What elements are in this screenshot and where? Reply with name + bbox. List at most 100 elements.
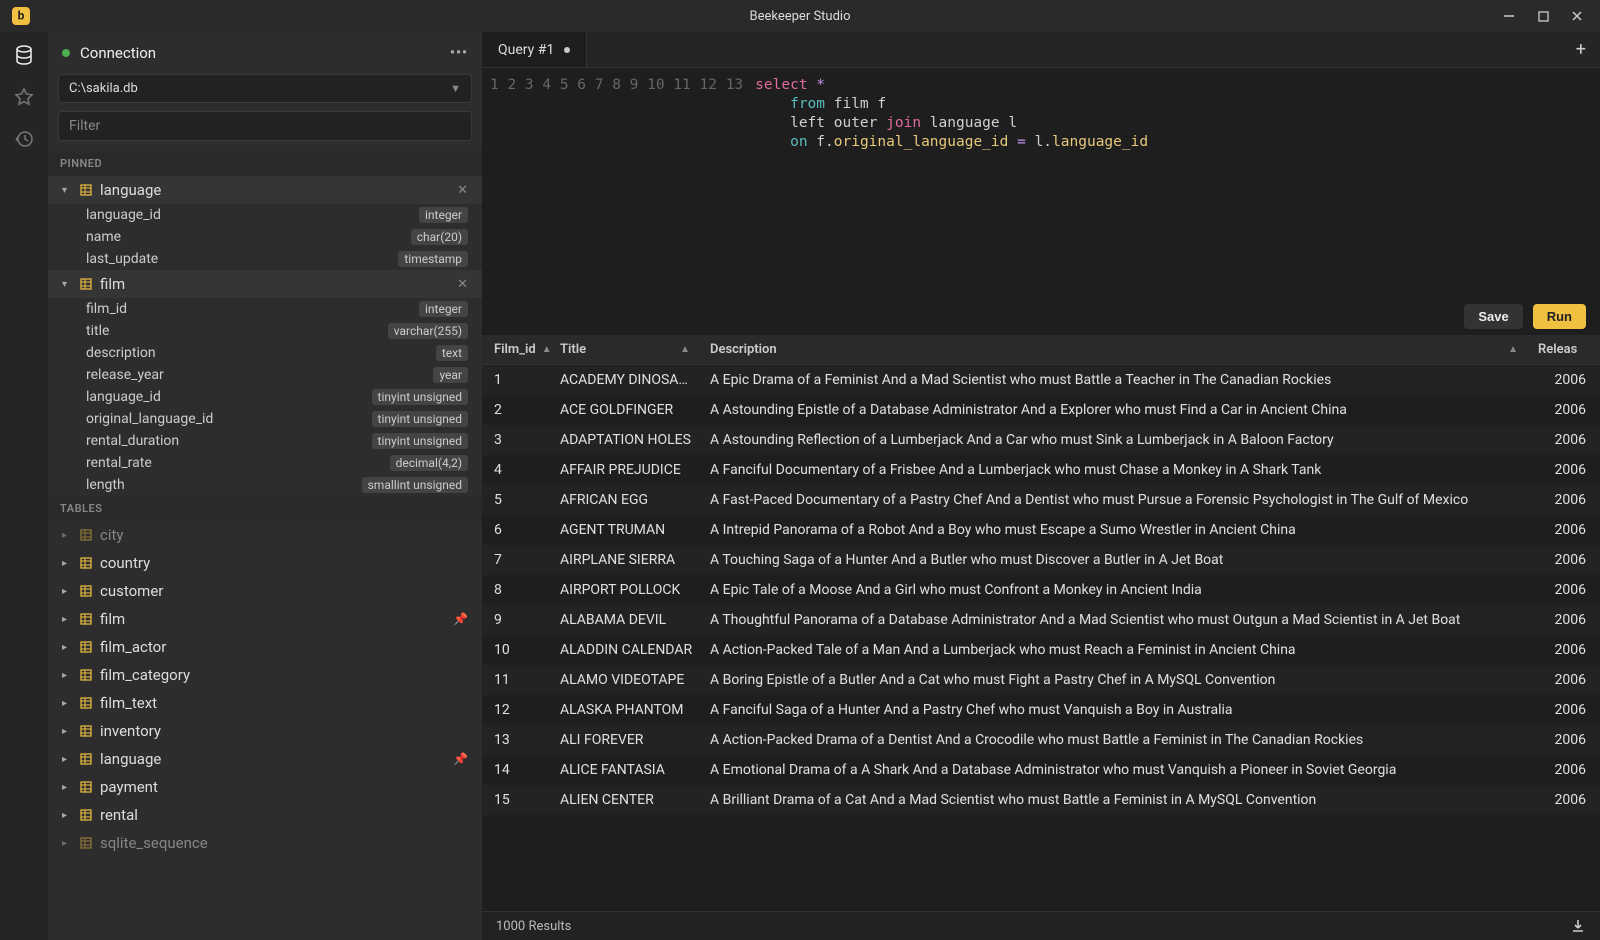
column-row[interactable]: rental_duration tinyint unsigned <box>48 430 482 452</box>
run-button[interactable]: Run <box>1533 304 1586 329</box>
cell-description: A Epic Drama of a Feminist And a Mad Sci… <box>702 365 1530 395</box>
table-item[interactable]: ▸ language📌 <box>48 745 482 773</box>
table-icon <box>80 725 92 737</box>
minimize-icon[interactable] <box>1502 9 1516 23</box>
column-row[interactable]: language_id integer <box>48 204 482 226</box>
column-header-film-id[interactable]: Film_id ▲ <box>482 335 552 364</box>
cell-title: ALIEN CENTER <box>552 785 702 815</box>
table-row[interactable]: 15 ALIEN CENTER A Brilliant Drama of a C… <box>482 785 1600 815</box>
table-icon <box>80 809 92 821</box>
cell-description: A Astounding Epistle of a Database Admin… <box>702 395 1530 425</box>
table-item[interactable]: ▸ sqlite_sequence <box>48 829 482 857</box>
table-row[interactable]: 12 ALASKA PHANTOM A Fanciful Saga of a H… <box>482 695 1600 725</box>
column-name: last_update <box>86 251 398 267</box>
table-item[interactable]: ▸ payment <box>48 773 482 801</box>
editor-code[interactable]: select * from film f left outer join lan… <box>755 76 1148 290</box>
pin-icon[interactable]: 📌 <box>453 612 468 626</box>
column-name: film_id <box>86 301 419 317</box>
table-item[interactable]: ▸ customer <box>48 577 482 605</box>
more-icon[interactable]: ••• <box>450 45 468 61</box>
column-row[interactable]: last_update timestamp <box>48 248 482 270</box>
app-title: Beekeeper Studio <box>749 9 850 24</box>
table-row[interactable]: 13 ALI FOREVER A Action-Packed Drama of … <box>482 725 1600 755</box>
column-row[interactable]: length smallint unsigned <box>48 474 482 496</box>
cell-id: 2 <box>482 395 552 425</box>
table-name: payment <box>100 778 158 796</box>
column-type-badge: decimal(4,2) <box>390 455 468 471</box>
tab-label: Query #1 <box>498 42 554 58</box>
close-icon[interactable] <box>1570 9 1584 23</box>
table-row[interactable]: 7 AIRPLANE SIERRA A Touching Saga of a H… <box>482 545 1600 575</box>
column-row[interactable]: title varchar(255) <box>48 320 482 342</box>
column-type-badge: timestamp <box>398 251 468 267</box>
table-item[interactable]: ▸ country <box>48 549 482 577</box>
table-row[interactable]: 2 ACE GOLDFINGER A Astounding Epistle of… <box>482 395 1600 425</box>
star-icon[interactable] <box>13 86 35 108</box>
database-icon[interactable] <box>13 44 35 66</box>
unpin-icon[interactable]: ✕ <box>457 183 468 198</box>
table-item[interactable]: ▸ film📌 <box>48 605 482 633</box>
table-item[interactable]: ▸ city <box>48 521 482 549</box>
tab-query-1[interactable]: Query #1 <box>482 32 587 67</box>
filter-input[interactable]: Filter <box>58 111 472 141</box>
cell-id: 3 <box>482 425 552 455</box>
table-item[interactable]: ▸ rental <box>48 801 482 829</box>
table-item[interactable]: ▸ film_text <box>48 689 482 717</box>
table-row[interactable]: 1 ACADEMY DINOSAUR A Epic Drama of a Fem… <box>482 365 1600 395</box>
table-row[interactable]: 6 AGENT TRUMAN A Intrepid Panorama of a … <box>482 515 1600 545</box>
pinned-table-item[interactable]: ▾ language ✕ <box>48 176 482 204</box>
titlebar: Beekeeper Studio <box>0 0 1600 32</box>
column-row[interactable]: release_year year <box>48 364 482 386</box>
table-item[interactable]: ▸ film_category <box>48 661 482 689</box>
chevron-right-icon: ▸ <box>62 698 76 709</box>
cell-title: AFRICAN EGG <box>552 485 702 515</box>
results-body[interactable]: 1 ACADEMY DINOSAUR A Epic Drama of a Fem… <box>482 365 1600 911</box>
table-name: film_category <box>100 666 190 684</box>
column-type-badge: tinyint unsigned <box>372 411 468 427</box>
table-row[interactable]: 5 AFRICAN EGG A Fast-Paced Documentary o… <box>482 485 1600 515</box>
cell-id: 14 <box>482 755 552 785</box>
cell-id: 4 <box>482 455 552 485</box>
column-header-title[interactable]: Title ▲ <box>552 335 702 364</box>
history-icon[interactable] <box>13 128 35 150</box>
table-row[interactable]: 9 ALABAMA DEVIL A Thoughtful Panorama of… <box>482 605 1600 635</box>
table-row[interactable]: 4 AFFAIR PREJUDICE A Fanciful Documentar… <box>482 455 1600 485</box>
table-item[interactable]: ▸ inventory <box>48 717 482 745</box>
column-header-release-year[interactable]: Releas <box>1530 335 1600 364</box>
connection-label: Connection <box>80 44 450 62</box>
table-name: film_text <box>100 694 157 712</box>
column-type-badge: tinyint unsigned <box>372 389 468 405</box>
table-icon <box>80 585 92 597</box>
database-select[interactable]: C:\sakila.db ▼ <box>58 74 472 103</box>
sql-editor[interactable]: 1 2 3 4 5 6 7 8 9 10 11 12 13 select * f… <box>482 68 1600 298</box>
table-row[interactable]: 8 AIRPORT POLLOCK A Epic Tale of a Moose… <box>482 575 1600 605</box>
sort-icon: ▲ <box>542 344 552 355</box>
column-row[interactable]: description text <box>48 342 482 364</box>
column-row[interactable]: rental_rate decimal(4,2) <box>48 452 482 474</box>
cell-description: A Emotional Drama of a A Shark And a Dat… <box>702 755 1530 785</box>
column-name: rental_duration <box>86 433 372 449</box>
pinned-table-item[interactable]: ▾ film ✕ <box>48 270 482 298</box>
column-name: original_language_id <box>86 411 372 427</box>
column-row[interactable]: language_id tinyint unsigned <box>48 386 482 408</box>
column-row[interactable]: film_id integer <box>48 298 482 320</box>
table-row[interactable]: 10 ALADDIN CALENDAR A Action-Packed Tale… <box>482 635 1600 665</box>
column-header-description[interactable]: Description ▲ <box>702 335 1530 364</box>
download-icon[interactable] <box>1570 918 1586 934</box>
save-button[interactable]: Save <box>1464 304 1522 329</box>
column-row[interactable]: name char(20) <box>48 226 482 248</box>
maximize-icon[interactable] <box>1536 9 1550 23</box>
table-row[interactable]: 11 ALAMO VIDEOTAPE A Boring Epistle of a… <box>482 665 1600 695</box>
sort-icon: ▲ <box>1508 344 1518 355</box>
column-type-badge: varchar(255) <box>388 323 468 339</box>
pin-icon[interactable]: 📌 <box>453 752 468 766</box>
table-row[interactable]: 3 ADAPTATION HOLES A Astounding Reflecti… <box>482 425 1600 455</box>
table-icon <box>80 557 92 569</box>
table-row[interactable]: 14 ALICE FANTASIA A Emotional Drama of a… <box>482 755 1600 785</box>
new-tab-button[interactable]: + <box>1562 39 1600 60</box>
column-name: length <box>86 477 362 493</box>
unpin-icon[interactable]: ✕ <box>457 277 468 292</box>
table-icon <box>80 278 92 290</box>
table-item[interactable]: ▸ film_actor <box>48 633 482 661</box>
column-row[interactable]: original_language_id tinyint unsigned <box>48 408 482 430</box>
